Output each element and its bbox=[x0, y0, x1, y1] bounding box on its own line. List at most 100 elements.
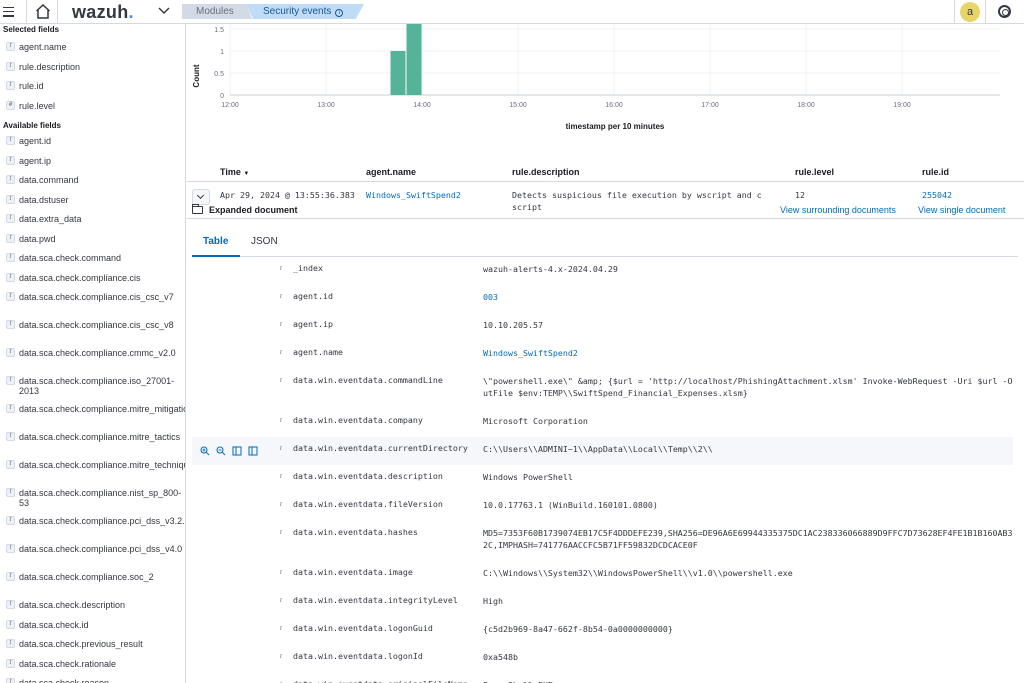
y-tick-label: 0 bbox=[220, 93, 224, 100]
field-item[interactable]: t data.sca.check.compliance.iso_27001-201… bbox=[6, 376, 179, 396]
toggle-column-icon[interactable] bbox=[232, 446, 242, 456]
field-item[interactable]: t data.sca.check.compliance.soc_2 bbox=[6, 572, 179, 582]
field-item[interactable]: t agent.id bbox=[6, 136, 179, 146]
doc-field-key: data.win.eventdata.company bbox=[293, 415, 423, 425]
doc-tabs: Table JSON bbox=[192, 232, 1018, 257]
field-item[interactable]: t data.sca.check.compliance.mitre_mitigat… bbox=[6, 404, 185, 414]
breadcrumb-security-events[interactable]: Security events i bbox=[246, 4, 364, 19]
menu-icon[interactable] bbox=[3, 4, 15, 18]
tab-json[interactable]: JSON bbox=[251, 236, 278, 247]
cell-rule-id[interactable]: 255042 bbox=[922, 190, 952, 200]
col-time[interactable]: Time ▼ bbox=[220, 167, 249, 177]
help-icon[interactable] bbox=[998, 5, 1011, 18]
string-type-icon: t bbox=[6, 155, 15, 165]
field-name: data.sca.check.compliance.mitre_techniqu… bbox=[19, 460, 186, 470]
field-item[interactable]: t data.sca.check.reason bbox=[6, 678, 179, 683]
field-item[interactable]: t data.command bbox=[6, 175, 179, 185]
field-item[interactable]: t data.sca.check.compliance.cmmc_v2.0 bbox=[6, 348, 179, 358]
field-item[interactable]: t rule.description bbox=[6, 61, 179, 72]
field-item[interactable]: t data.sca.check.compliance.cis_csc_v8 bbox=[6, 320, 179, 330]
field-item[interactable]: t agent.name bbox=[6, 42, 179, 52]
field-item[interactable]: t data.pwd bbox=[6, 233, 179, 244]
x-axis-label: timestamp per 10 minutes bbox=[566, 122, 665, 131]
string-type-icon: t bbox=[6, 81, 15, 90]
view-surrounding-link[interactable]: View surrounding documents bbox=[780, 205, 896, 215]
doc-field-value[interactable]: Windows_SwiftSpend2 bbox=[483, 347, 1013, 359]
field-name: data.sca.check.compliance.cmmc_v2.0 bbox=[19, 348, 176, 358]
doc-field-row: t agent.id 003 bbox=[192, 285, 1013, 313]
view-single-link[interactable]: View single document bbox=[918, 205, 1005, 215]
field-item[interactable]: t data.sca.check.command bbox=[6, 253, 179, 263]
breadcrumb-modules[interactable]: Modules bbox=[182, 4, 252, 19]
col-rule-level[interactable]: rule.level bbox=[795, 167, 834, 177]
table-row: Apr 29, 2024 @ 13:55:36.383 Windows_Swif… bbox=[187, 183, 1024, 219]
field-item[interactable]: t data.sca.check.previous_result bbox=[6, 639, 179, 649]
field-name: data.sca.check.compliance.iso_27001-2013 bbox=[19, 376, 175, 396]
doc-field-key: agent.name bbox=[293, 347, 343, 357]
string-type-icon: t bbox=[280, 294, 282, 300]
field-item[interactable]: t rule.id bbox=[6, 81, 179, 91]
string-type-icon: t bbox=[280, 418, 282, 424]
chevron-down-icon[interactable] bbox=[157, 4, 171, 18]
string-type-icon: t bbox=[6, 432, 15, 441]
zoom-in-icon[interactable] bbox=[200, 446, 210, 456]
string-type-icon: t bbox=[280, 322, 282, 328]
expanded-document-title: Expanded document bbox=[192, 204, 298, 215]
string-type-icon: t bbox=[6, 678, 15, 683]
bar bbox=[406, 24, 422, 95]
field-item[interactable]: t data.sca.check.compliance.pci_dss_v4.0 bbox=[6, 544, 182, 554]
filter-exists-icon[interactable] bbox=[248, 446, 258, 456]
col-rule-id[interactable]: rule.id bbox=[922, 167, 949, 177]
field-item[interactable]: t data.sca.check.compliance.cis_csc_v7 bbox=[6, 292, 179, 302]
field-item[interactable]: # rule.level bbox=[6, 100, 179, 111]
field-item[interactable]: t agent.ip bbox=[6, 155, 179, 166]
field-item[interactable]: t data.sca.check.description bbox=[6, 600, 179, 610]
y-tick-label: 1 bbox=[220, 49, 224, 56]
field-name: data.sca.check.compliance.pci_dss_v3.2.1 bbox=[19, 516, 186, 526]
field-item[interactable]: t data.sca.check.compliance.mitre_techniq… bbox=[6, 460, 186, 470]
doc-field-value: 10.0.17763.1 (WinBuild.160101.0800) bbox=[483, 500, 658, 510]
cell-time: Apr 29, 2024 @ 13:55:36.383 bbox=[220, 190, 355, 200]
doc-field-row: t data.win.eventdata.hashes MD5=7353F60B17… bbox=[192, 521, 1013, 561]
y-tick-label: 0.5 bbox=[214, 71, 224, 78]
field-item[interactable]: t data.sca.check.id bbox=[6, 619, 179, 630]
zoom-out-icon[interactable] bbox=[216, 446, 226, 456]
row-expand-button[interactable] bbox=[192, 189, 210, 205]
col-agent-name[interactable]: agent.name bbox=[366, 167, 416, 177]
field-name: data.sca.check.id bbox=[19, 619, 89, 630]
main-panel: 0 0.5 1 1.5 12:00 13:00 14:00 15:00 16:00 17:00 18… bbox=[187, 24, 1024, 683]
doc-field-key: _index bbox=[293, 263, 323, 273]
doc-field-value: {c5d2b969-8a47-662f-8b54-0a0000000000} bbox=[483, 624, 673, 634]
doc-field-row: tdata.win.eventdata.originalFileNamePowe… bbox=[192, 673, 1013, 683]
field-name: data.sca.check.reason bbox=[19, 678, 110, 683]
string-type-icon: t bbox=[280, 350, 282, 356]
doc-field-key: data.win.eventdata.currentDirectory bbox=[293, 443, 468, 453]
avatar[interactable]: a bbox=[960, 2, 980, 22]
info-icon[interactable]: i bbox=[335, 9, 344, 17]
string-type-icon: t bbox=[280, 598, 282, 604]
tab-table[interactable]: Table bbox=[203, 236, 228, 247]
string-type-icon: t bbox=[6, 272, 15, 282]
string-type-icon: t bbox=[6, 214, 15, 223]
field-item[interactable]: t data.sca.check.compliance.cis bbox=[6, 272, 179, 283]
field-item[interactable]: t data.sca.check.rationale bbox=[6, 658, 179, 669]
col-rule-description[interactable]: rule.description bbox=[512, 167, 580, 177]
field-item[interactable]: t data.sca.check.compliance.pci_dss_v3.2.… bbox=[6, 516, 186, 526]
cell-agent-name[interactable]: Windows_SwiftSpend2 bbox=[366, 190, 461, 200]
doc-field-value: High bbox=[483, 596, 503, 606]
doc-field-key: agent.id bbox=[293, 291, 333, 301]
wazuh-logo[interactable]: wazuh. bbox=[72, 2, 134, 23]
doc-field-value[interactable]: 003 bbox=[483, 291, 1013, 303]
field-item[interactable]: t data.dstuser bbox=[6, 194, 179, 205]
string-type-icon: t bbox=[280, 502, 282, 508]
user-menu[interactable]: a bbox=[954, 0, 986, 24]
x-tick-label: 17:00 bbox=[701, 102, 719, 109]
doc-field-row: t data.win.eventdata.image C:\\Windows\\Sy… bbox=[192, 561, 1013, 589]
field-item[interactable]: t data.sca.check.compliance.mitre_tactics bbox=[6, 432, 180, 442]
string-type-icon: t bbox=[6, 404, 15, 413]
doc-field-value: C:\\Windows\\System32\\WindowsPowerShell… bbox=[483, 568, 793, 578]
field-item[interactable]: t data.sca.check.compliance.nist_sp_800-5… bbox=[6, 488, 181, 508]
home-button[interactable] bbox=[26, 0, 58, 24]
field-name: data.command bbox=[19, 175, 79, 185]
field-item[interactable]: t data.extra_data bbox=[6, 214, 179, 224]
